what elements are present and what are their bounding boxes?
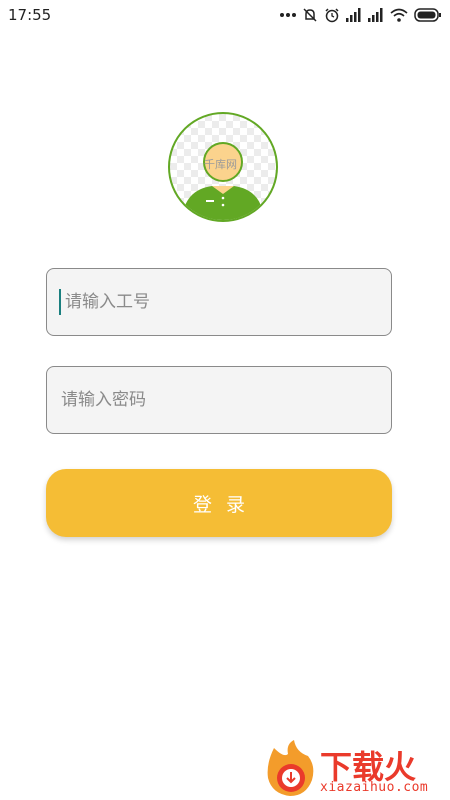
status-time: 17:55	[8, 6, 52, 24]
battery-icon	[414, 8, 441, 22]
avatar-image: 千库网	[168, 112, 278, 222]
password-field[interactable]	[46, 366, 392, 434]
wifi-icon	[390, 8, 408, 22]
signal-icon	[346, 8, 361, 22]
status-bar: 17:55	[0, 0, 450, 30]
employee-id-input[interactable]	[62, 291, 391, 313]
login-button[interactable]: 登录	[46, 469, 392, 537]
mute-icon	[303, 8, 317, 22]
status-icons	[280, 7, 442, 23]
more-dots-icon	[280, 13, 296, 17]
employee-id-field[interactable]	[46, 268, 392, 336]
watermark-logo: 下载火 xiazaihuo.com	[264, 740, 450, 800]
avatar-watermark: 千库网	[204, 158, 237, 171]
alarm-icon	[325, 8, 339, 23]
flame-logo-icon	[267, 740, 314, 796]
text-cursor	[59, 289, 61, 315]
watermark-domain: xiazaihuo.com	[320, 780, 429, 795]
password-input[interactable]	[59, 389, 391, 411]
signal-icon	[368, 8, 383, 22]
avatar: 千库网	[168, 112, 278, 222]
